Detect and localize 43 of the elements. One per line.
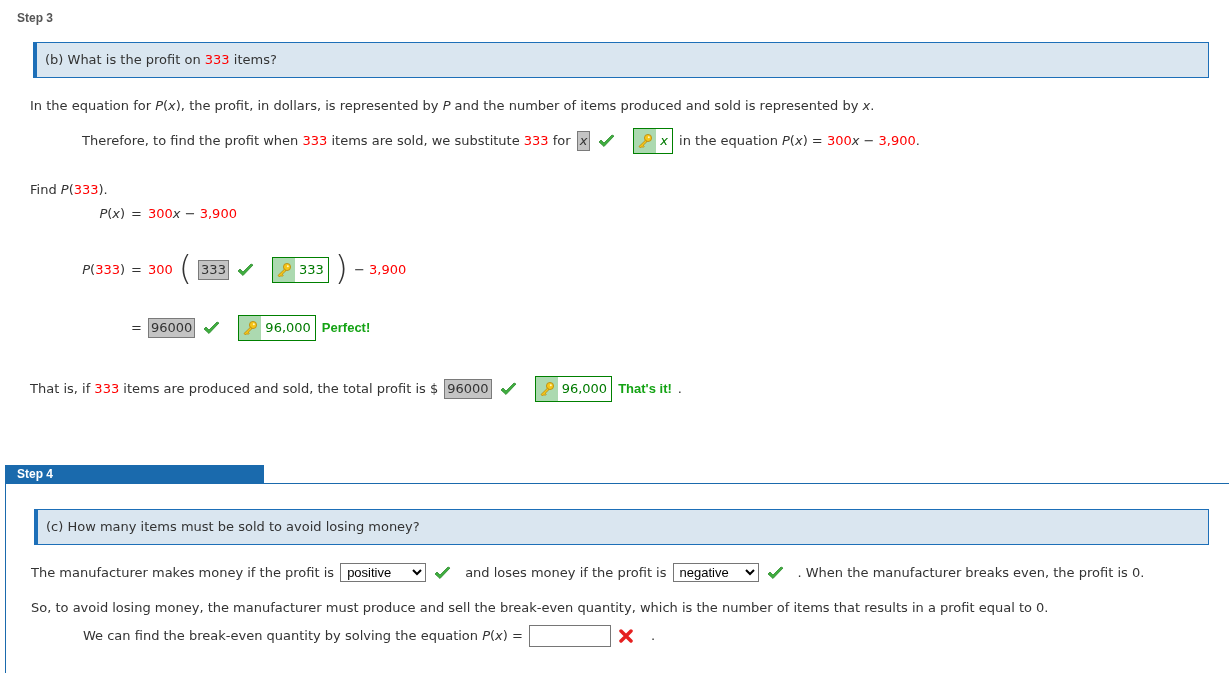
step-title: Step 3 [17,11,53,25]
dropdown[interactable]: negative [672,563,759,582]
question-text: (c) How many items must be sold to avoid losing money? [46,517,420,536]
instruction-text: Find P(333). [30,182,108,197]
answer-field: 96000 [148,317,196,338]
instruction-text: . When the manufacturer breaks even, the profit is 0. [797,563,1145,582]
instruction-text: In the equation for P(x), the profit, in dollars, is represented by P and the number of items produced and sold is represented by x. [30,98,875,113]
instruction-text: 300 [148,260,173,279]
step-title: Step 4 [17,466,53,483]
answer-field: 333 [198,259,229,280]
equals-sign: = [131,260,142,279]
instruction-text: 300x − 3,900 [148,204,237,223]
equation-text: P(x) [99,204,126,223]
parenthesis: ) [334,250,348,285]
key-value: 333 [297,260,325,279]
instruction-text: . [650,627,656,646]
instruction-text: The manufacturer makes money if the profit is [31,563,335,582]
key-icon [242,319,259,336]
feedback-text: Perfect! [321,318,371,337]
instruction-text: That is, if 333 items are produced and sold, the total profit is $ [30,379,439,398]
equation-text: P(333) [82,260,126,279]
key-icon [538,380,555,397]
instruction-text: So, to avoid losing money, the manufacturer must produce and sell the break-even quantity, which is the number of items that results in a profit equal to 0. [31,599,1049,615]
key-value: 96,000 [560,379,609,398]
instruction-text: Therefore, to find the profit when 333 items are sold, we substitute 333 for [82,132,571,151]
equals-sign: = [131,204,142,223]
key-icon [637,133,654,149]
instruction-text: and loses money if the profit is [465,563,667,582]
parenthesis: ( [178,250,193,285]
answer-field: x [576,131,591,151]
instruction-text: − 3,900 [354,260,407,279]
instruction-text: in the equation P(x) = 300x − 3,900. [679,132,920,151]
answer-field[interactable] [528,625,611,647]
answer-field: 96000 [444,378,492,399]
question-text: (b) What is the profit on 333 items? [45,51,277,70]
instruction-text: We can find the break-even quantity by solving the equation P(x) = [83,627,523,646]
equals-sign: = [131,318,142,337]
key-icon [275,261,292,278]
instruction-text: . [677,379,682,398]
dropdown[interactable]: positive [340,563,427,582]
feedback-text: That's it! [618,379,672,398]
key-value: 96,000 [264,318,312,337]
key-value: x [659,132,670,151]
